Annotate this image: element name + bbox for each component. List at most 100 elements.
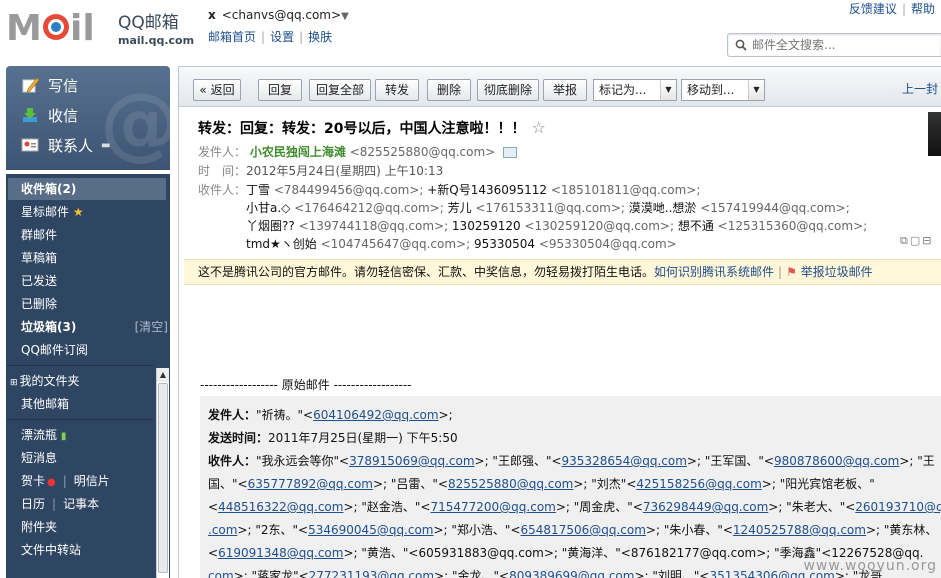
recipient-name[interactable]: tmd★ヽ创始: [246, 237, 321, 251]
delete-button[interactable]: 删除: [427, 79, 471, 101]
skin-link[interactable]: 换肤: [308, 30, 332, 44]
compose-button[interactable]: 写信: [20, 72, 78, 98]
orig-recipient-address[interactable]: 809389699@qq.com: [509, 569, 634, 578]
orig-from-address[interactable]: 604106492@qq.com: [313, 408, 438, 422]
orig-recipient-address[interactable]: 654817506@qq.com: [521, 523, 646, 537]
orig-recipient-text: <: [208, 546, 219, 560]
contacts-button[interactable]: 联系人 ▬: [20, 132, 110, 158]
recipient-name[interactable]: 芳儿: [448, 201, 476, 215]
folder-starred[interactable]: 星标邮件 ★: [6, 201, 154, 223]
mail-subject: 转发：回复：转发：20号以后，中国人注意啦！！！ ☆: [198, 118, 546, 138]
app-attachments[interactable]: 附件夹: [6, 516, 154, 538]
folder-drafts[interactable]: 草稿箱: [6, 247, 154, 269]
move-to-select[interactable]: 移动到... ▼: [681, 79, 765, 101]
scroll-up-arrow-icon[interactable]: ▲: [157, 368, 169, 382]
app-postcard-link[interactable]: 明信片: [74, 474, 110, 488]
orig-recipient-address[interactable]: com: [208, 569, 234, 578]
account-switcher[interactable]: x <chanvs@qq.com>▼: [208, 8, 349, 22]
orig-recipient-text: >; "王: [899, 454, 935, 468]
sender-avatar[interactable]: [928, 112, 941, 156]
orig-recipient-address[interactable]: 825525880@qq.com: [448, 477, 573, 491]
report-spam-link[interactable]: 举报垃圾邮件: [801, 265, 873, 279]
orig-recipient-address[interactable]: 736298449@qq.com: [643, 500, 768, 514]
identify-system-mail-link[interactable]: 如何识别腾讯系统邮件: [654, 265, 774, 279]
folder-subscriptions[interactable]: QQ邮件订阅: [6, 339, 154, 361]
sidebar-scrollbar[interactable]: ▲: [156, 368, 169, 578]
recipient-name[interactable]: 丫烟圈??: [246, 219, 299, 233]
recipient-name[interactable]: 95330504: [474, 237, 539, 251]
add-contact-card-icon[interactable]: [503, 147, 518, 158]
orig-recipient-address[interactable]: 935328654@qq.com: [562, 454, 687, 468]
report-spam-icon: ⚑: [786, 265, 797, 279]
print-icon[interactable]: ⊟: [922, 234, 933, 247]
prev-mail-link[interactable]: 上一封: [902, 80, 938, 97]
orig-recipient-address[interactable]: 260193710@qq: [855, 500, 941, 514]
receive-label: 收信: [48, 106, 79, 125]
folder-spam[interactable]: 垃圾箱(3) [清空]: [6, 316, 170, 338]
qq-mail-logo[interactable]: M il: [6, 6, 110, 46]
forward-button[interactable]: 转发: [375, 79, 419, 101]
folder-inbox[interactable]: 收件箱(2): [8, 178, 166, 200]
orig-recipient-address[interactable]: .com: [208, 523, 237, 537]
report-button[interactable]: 举报: [543, 79, 587, 101]
recipient-address: <125315360@qq.com>;: [717, 219, 868, 233]
orig-recipient-address[interactable]: 635777892@qq.com: [248, 477, 373, 491]
sidebar-divider: [6, 419, 154, 420]
app-notes-link[interactable]: 记事本: [63, 497, 99, 511]
app-card-link[interactable]: 贺卡: [21, 474, 45, 488]
recipient-name[interactable]: 丁雪: [246, 183, 274, 197]
folder-my-folders[interactable]: ⊞ 我的文件夹: [6, 370, 154, 392]
popout-icon[interactable]: ⧉: [900, 234, 910, 247]
quick-actions-panel: @ 写信 收信 联系人 ▬: [6, 66, 170, 170]
star-outline-icon[interactable]: ☆: [531, 118, 545, 137]
orig-recipient-address[interactable]: 619091348@qq.com: [218, 546, 343, 560]
orig-recipient-address[interactable]: 448516322@qq.com: [218, 500, 343, 514]
orig-recipient-address[interactable]: 1240525788@qq.com: [733, 523, 866, 537]
folder-other[interactable]: 其他邮箱: [6, 393, 154, 415]
scrollbar-thumb[interactable]: [158, 383, 168, 573]
feedback-link[interactable]: 反馈建议: [849, 2, 897, 16]
help-link[interactable]: 帮助: [911, 2, 935, 16]
from-name[interactable]: 小农民独闯上海滩: [250, 145, 346, 159]
app-transfer-label: 文件中转站: [21, 543, 82, 557]
nav-separator: |: [901, 2, 906, 16]
at-sign-watermark-icon: @: [100, 76, 170, 169]
search-icon[interactable]: [735, 39, 747, 54]
back-button[interactable]: « 返回: [193, 79, 241, 101]
settings-link[interactable]: 设置: [270, 30, 294, 44]
recipient-name[interactable]: 小甘a.◇: [246, 201, 294, 215]
time-row: 时 间：2012年5月24日(星期四) 上午10:13: [198, 162, 443, 180]
from-label: 发件人：: [198, 145, 247, 159]
app-sms[interactable]: 短消息: [6, 447, 154, 469]
reply-all-button[interactable]: 回复全部: [309, 79, 371, 101]
folder-sent[interactable]: 已发送: [6, 270, 154, 292]
recipient-name[interactable]: 想不通: [678, 219, 718, 233]
recipient-name[interactable]: +新Q号1436095112: [427, 183, 551, 197]
orig-recipient-address[interactable]: 980878600@qq.com: [774, 454, 899, 468]
download-icon: [20, 105, 40, 125]
recipient-name[interactable]: 130259120: [452, 219, 525, 233]
mail-home-link[interactable]: 邮箱首页: [208, 30, 256, 44]
spam-clear-link[interactable]: [清空]: [135, 316, 168, 338]
folder-deleted[interactable]: 已删除: [6, 293, 154, 315]
expand-plus-icon[interactable]: ⊞: [10, 378, 18, 388]
folder-group[interactable]: 群邮件: [6, 224, 154, 246]
orig-recipient-address[interactable]: 425158256@qq.com: [636, 477, 761, 491]
app-calendar-link[interactable]: 日历: [21, 497, 45, 511]
app-bottle[interactable]: 漂流瓶 ▮: [6, 424, 154, 446]
search-input[interactable]: [752, 37, 932, 53]
recipient-name[interactable]: 漠漠哋..想淤: [629, 201, 700, 215]
orig-recipient-address[interactable]: 277231193@qq.com: [309, 569, 434, 578]
orig-recipient-address[interactable]: 378915069@qq.com: [349, 454, 474, 468]
window-icon[interactable]: ▢: [910, 234, 922, 247]
perm-delete-button[interactable]: 彻底删除: [477, 79, 539, 101]
app-transfer[interactable]: 文件中转站: [6, 539, 154, 561]
search-box[interactable]: [727, 33, 941, 57]
orig-recipient-address[interactable]: 534690045@qq.com: [308, 523, 433, 537]
orig-recipient-address[interactable]: 715477200@qq.com: [430, 500, 555, 514]
mark-as-select[interactable]: 标记为... ▼: [593, 79, 677, 101]
receive-button[interactable]: 收信: [20, 102, 78, 128]
compose-label: 写信: [48, 76, 79, 95]
reply-button[interactable]: 回复: [258, 79, 302, 101]
contact-card-icon: [20, 135, 40, 155]
